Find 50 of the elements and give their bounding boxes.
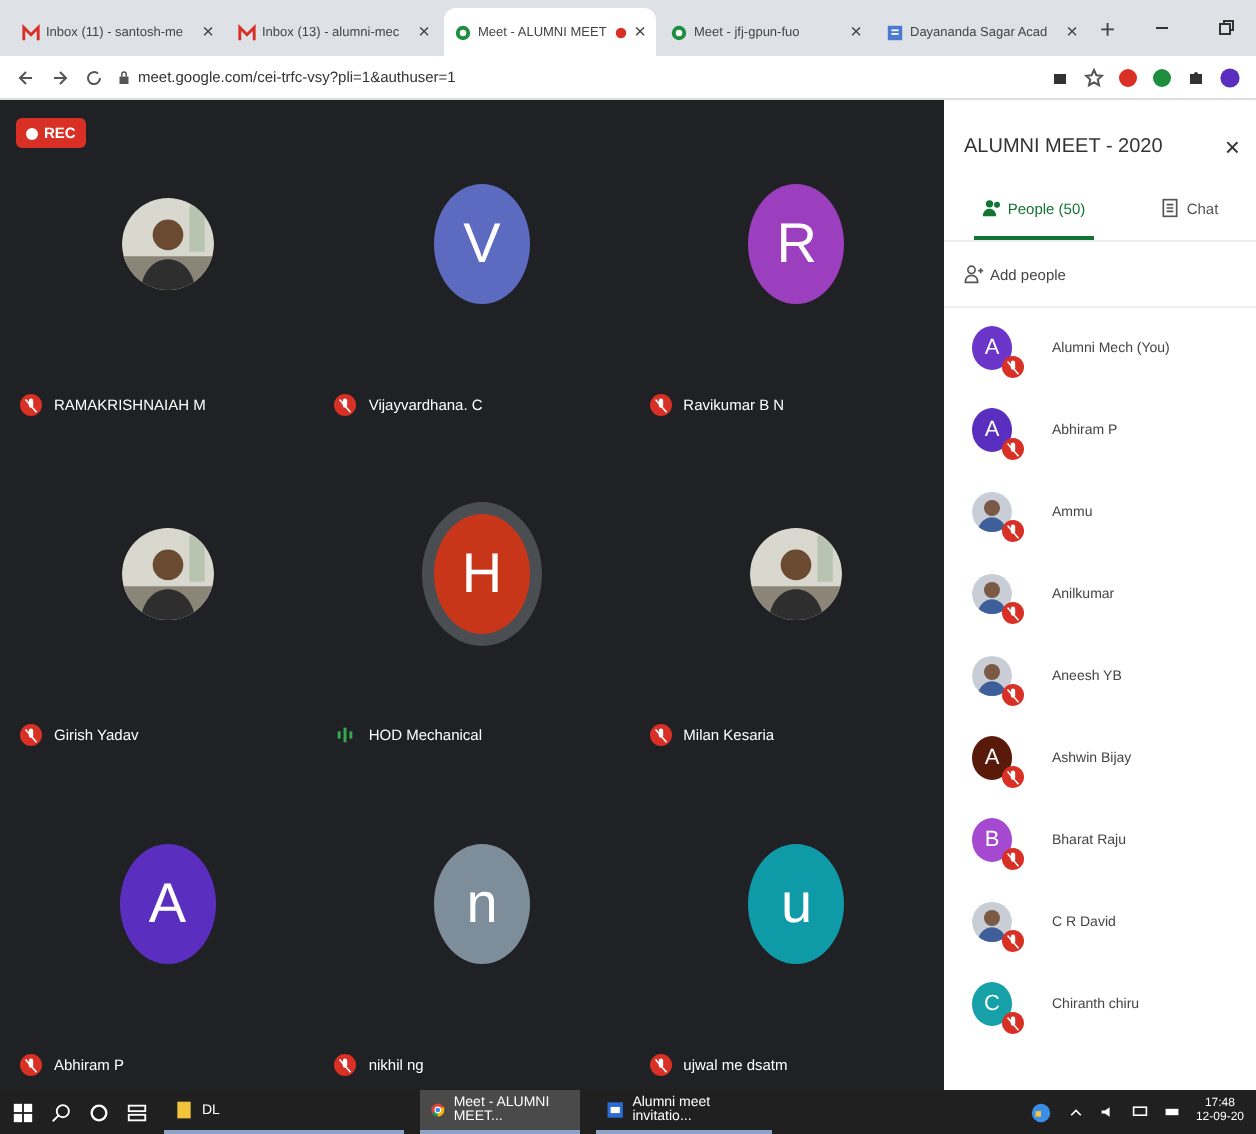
folder-icon xyxy=(174,1100,194,1120)
close-icon[interactable]: × xyxy=(418,21,430,43)
muted-mic-icon xyxy=(1002,437,1024,459)
mail-icon xyxy=(22,23,40,41)
muted-mic-icon xyxy=(1002,601,1024,623)
panel-title: ALUMNI MEET - 2020 xyxy=(964,136,1163,158)
muted-mic-icon xyxy=(1002,765,1024,787)
add-person-icon xyxy=(964,264,984,284)
windows-start-icon[interactable] xyxy=(12,1101,34,1123)
avatar: H xyxy=(433,513,530,633)
avatar: A xyxy=(119,843,216,963)
avatar: A xyxy=(972,407,1012,451)
reload-icon[interactable] xyxy=(84,67,104,87)
document-icon xyxy=(606,1100,625,1120)
muted-mic-icon xyxy=(1002,929,1024,951)
restore-icon[interactable] xyxy=(1216,18,1236,38)
avatar: u xyxy=(748,843,845,963)
muted-mic-icon xyxy=(1002,519,1024,541)
close-icon[interactable]: × xyxy=(202,21,214,43)
task-view-icon[interactable] xyxy=(126,1101,148,1123)
search-icon[interactable] xyxy=(50,1101,72,1123)
chat-icon xyxy=(1160,198,1181,218)
star-icon[interactable] xyxy=(1084,67,1104,87)
cortana-icon[interactable] xyxy=(88,1101,110,1123)
new-tab-button[interactable]: + xyxy=(1100,13,1116,43)
chevron-up-icon[interactable] xyxy=(1067,1104,1084,1120)
avatar: B xyxy=(972,817,1012,861)
lock-icon xyxy=(118,69,130,85)
avatar: A xyxy=(972,325,1012,369)
avatar: A xyxy=(972,735,1012,779)
muted-mic-icon xyxy=(1002,847,1024,869)
avatar: V xyxy=(433,183,530,303)
muted-mic-icon xyxy=(1002,355,1024,377)
profile-icon[interactable] xyxy=(1220,67,1240,87)
close-icon[interactable]: × xyxy=(634,21,646,43)
muted-mic-icon xyxy=(1002,683,1024,705)
forward-icon[interactable] xyxy=(50,67,70,87)
close-icon[interactable]: × xyxy=(1066,21,1078,43)
document-icon xyxy=(886,23,904,41)
speaker-icon[interactable] xyxy=(1099,1104,1116,1120)
people-icon xyxy=(981,198,1002,218)
avatar: C xyxy=(972,981,1012,1025)
mail-icon xyxy=(238,23,256,41)
browser-icon xyxy=(430,1100,446,1120)
close-icon[interactable]: × xyxy=(850,21,862,43)
muted-mic-icon xyxy=(1002,1011,1024,1033)
avatar: R xyxy=(748,183,845,303)
close-button[interactable]: × xyxy=(1224,132,1240,162)
avatar: n xyxy=(433,843,530,963)
back-icon[interactable] xyxy=(16,67,36,87)
